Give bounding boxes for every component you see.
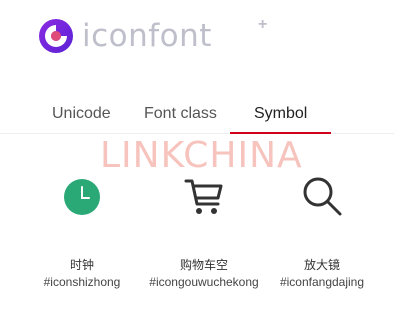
iconfont-logo-icon	[39, 19, 73, 53]
shopping-cart-icon	[184, 179, 223, 214]
tab-unicode[interactable]: Unicode	[52, 104, 111, 124]
glyph-code: #iconshizhong	[43, 275, 121, 289]
brand-logo[interactable]: iconfont +	[38, 16, 267, 54]
glyph-code: #iconfangdajing	[279, 275, 365, 289]
tab-symbol[interactable]: Symbol	[254, 104, 307, 124]
brand-name: iconfont	[82, 18, 212, 54]
glyph-code: #icongouwuchekong	[149, 275, 259, 289]
watermark: LINKCHINA	[100, 135, 303, 176]
brand-badge: +	[258, 16, 268, 33]
glyph-name: 时钟	[69, 258, 94, 272]
tab-bar: Unicode Font class Symbol	[0, 96, 394, 135]
glyph-name: 购物车空	[179, 258, 228, 272]
clock-icon	[64, 179, 100, 215]
glyph-name: 放大镜	[303, 258, 340, 272]
magnifier-icon	[303, 177, 342, 216]
tab-bar-divider	[0, 133, 394, 134]
active-tab-indicator	[230, 132, 331, 134]
tab-font-class[interactable]: Font class	[144, 104, 217, 124]
